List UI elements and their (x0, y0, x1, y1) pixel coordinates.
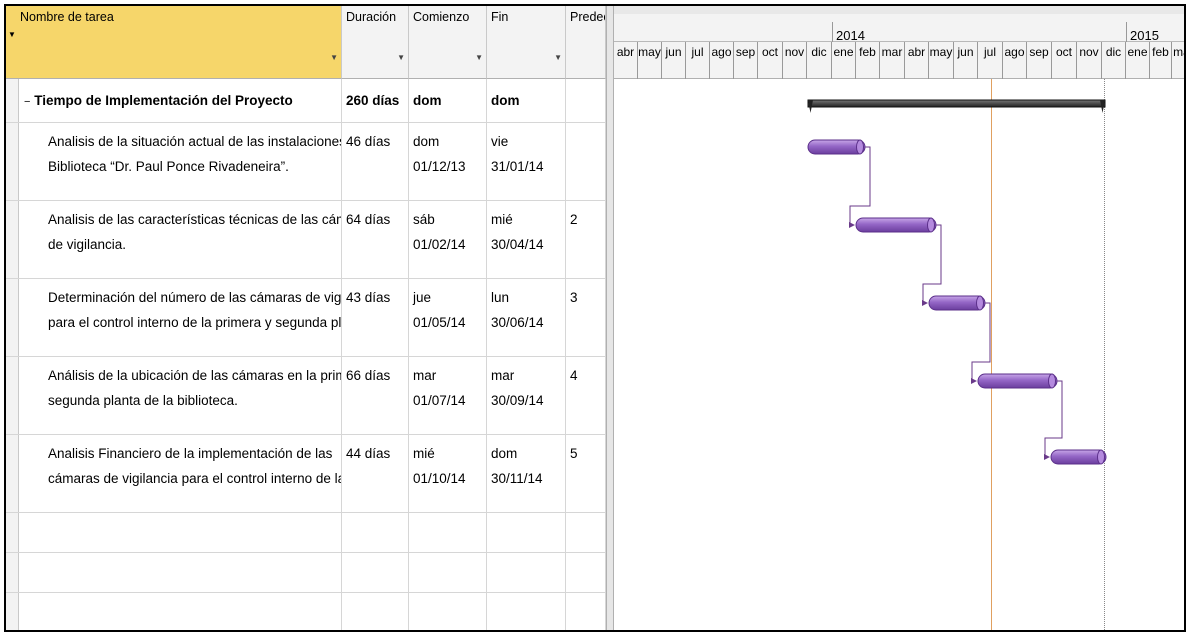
task-name-line: segunda planta de la biblioteca. (48, 393, 238, 408)
finish-cell[interactable] (487, 593, 566, 630)
table-row-summary[interactable]: − Tiempo de Implementación del Proyecto … (6, 79, 606, 123)
column-header-finish[interactable]: Fin ▼ (487, 6, 566, 79)
gantt-bars (807, 99, 1107, 465)
column-label: Predecesoras (570, 10, 606, 24)
finish-cell[interactable] (487, 513, 566, 552)
predecessors-cell[interactable] (566, 513, 606, 552)
task-name-cell[interactable]: Analisis Financiero de la implementación… (18, 435, 342, 512)
column-label: Duración (346, 10, 397, 24)
task-name-cell[interactable] (18, 553, 342, 592)
duration-cell[interactable]: 64 días (342, 201, 409, 278)
filter-dropdown-icon[interactable]: ▼ (330, 53, 338, 62)
task-name-line: Análisis de la ubicación de las cámaras … (48, 368, 341, 383)
duration-cell[interactable]: 44 días (342, 435, 409, 512)
empty-table-row[interactable] (6, 553, 606, 593)
table-row[interactable]: Análisis de la ubicación de las cámaras … (6, 357, 606, 435)
predecessors-cell[interactable]: 4 (566, 357, 606, 434)
view-splitter[interactable] (606, 6, 614, 630)
task-name-line: cámaras de vigilancia para el control in… (48, 471, 342, 486)
column-header-predecessors[interactable]: Predecesoras (566, 6, 606, 79)
task-name-cell[interactable] (18, 513, 342, 552)
finish-cell[interactable]: dom 30/11/14 (487, 79, 566, 122)
task-name-cell[interactable]: − Tiempo de Implementación del Proyecto (18, 79, 342, 122)
task-name-cell[interactable]: Analisis de las características técnicas… (18, 201, 342, 278)
task-name-line: Biblioteca “Dr. Paul Ponce Rivadeneira”. (48, 159, 289, 174)
empty-table-row[interactable] (6, 593, 606, 630)
collapse-icon[interactable]: − (24, 96, 30, 108)
dependency-link (922, 224, 942, 306)
duration-cell[interactable]: 43 días (342, 279, 409, 356)
task-name-line: Determinación del número de las cámaras … (48, 290, 342, 305)
predecessors-cell[interactable] (566, 593, 606, 630)
finish-cell[interactable]: mié 30/04/14 (487, 201, 566, 278)
duration-cell[interactable] (342, 513, 409, 552)
column-header-start[interactable]: Comienzo ▼ (409, 6, 487, 79)
task-name-line: Analisis de las características técnicas… (48, 212, 342, 227)
task-name-cell[interactable]: Determinación del número de las cámaras … (18, 279, 342, 356)
task-name-line: Analisis de la situación actual de las i… (48, 134, 342, 149)
filter-dropdown-icon[interactable]: ▼ (475, 53, 483, 62)
finish-cell[interactable]: mar 30/09/14 (487, 357, 566, 434)
task-name-cell[interactable]: Análisis de la ubicación de las cámaras … (18, 357, 342, 434)
summary-bar[interactable] (807, 99, 1106, 113)
duration-cell[interactable]: 66 días (342, 357, 409, 434)
predecessors-cell[interactable] (566, 123, 606, 200)
dependency-link (849, 146, 871, 228)
start-cell[interactable] (409, 513, 487, 552)
start-cell[interactable]: dom 01/12/13 (409, 123, 487, 200)
finish-cell[interactable]: dom 30/11/14 (487, 435, 566, 512)
empty-table-row[interactable] (6, 513, 606, 553)
column-label: Nombre de tarea (20, 10, 114, 24)
task-name: Tiempo de Implementación del Proyecto (34, 93, 293, 108)
predecessors-cell[interactable]: 2 (566, 201, 606, 278)
select-all-arrow-icon[interactable]: ▼ (8, 30, 16, 39)
finish-cell[interactable]: vie 31/01/14 (487, 123, 566, 200)
duration-cell[interactable] (342, 553, 409, 592)
duration-cell[interactable]: 260 días (342, 79, 409, 122)
table-row[interactable]: Analisis de las características técnicas… (6, 201, 606, 279)
duration-cell[interactable] (342, 593, 409, 630)
task-name-line: Analisis Financiero de la implementación… (48, 446, 333, 461)
column-label: Comienzo (413, 10, 470, 24)
finish-cell[interactable] (487, 553, 566, 592)
dependency-link (1044, 380, 1063, 460)
column-label: Fin (491, 10, 509, 24)
task-bar[interactable] (928, 295, 986, 311)
predecessors-cell[interactable] (566, 79, 606, 122)
gantt-chart[interactable]: 2014 2015 abr may jun jul ago sep oct no… (614, 6, 1184, 630)
predecessors-cell[interactable] (566, 553, 606, 592)
column-header-duration[interactable]: Duración ▼ (342, 6, 409, 79)
task-bar[interactable] (977, 373, 1058, 389)
duration-cell[interactable]: 46 días (342, 123, 409, 200)
task-bar[interactable] (1050, 449, 1107, 465)
project-gantt-view: ▼ Nombre de tarea ▼ Duración ▼ Comienzo … (4, 4, 1186, 632)
dependency-link (971, 302, 991, 384)
start-cell[interactable] (409, 553, 487, 592)
table-row[interactable]: Analisis de la situación actual de las i… (6, 123, 606, 201)
start-cell[interactable]: jue 01/05/14 (409, 279, 487, 356)
column-header-task-name[interactable]: ▼ Nombre de tarea ▼ (6, 6, 342, 79)
start-cell[interactable]: dom 01/12/13 (409, 79, 487, 122)
start-cell[interactable]: sáb 01/02/14 (409, 201, 487, 278)
task-name-line: para el control interno de la primera y … (48, 315, 342, 330)
finish-cell[interactable]: lun 30/06/14 (487, 279, 566, 356)
start-cell[interactable]: mar 01/07/14 (409, 357, 487, 434)
task-name-line: de vigilancia. (48, 237, 127, 252)
start-cell[interactable] (409, 593, 487, 630)
task-bar[interactable] (855, 217, 937, 233)
start-cell[interactable]: mié 01/10/14 (409, 435, 487, 512)
filter-dropdown-icon[interactable]: ▼ (554, 53, 562, 62)
task-name-cell[interactable]: Analisis de la situación actual de las i… (18, 123, 342, 200)
table-row[interactable]: Determinación del número de las cámaras … (6, 279, 606, 357)
predecessors-cell[interactable]: 3 (566, 279, 606, 356)
table-row[interactable]: Analisis Financiero de la implementación… (6, 435, 606, 513)
task-name-cell[interactable] (18, 593, 342, 630)
task-bar[interactable] (807, 139, 866, 155)
predecessors-cell[interactable]: 5 (566, 435, 606, 512)
filter-dropdown-icon[interactable]: ▼ (397, 53, 405, 62)
